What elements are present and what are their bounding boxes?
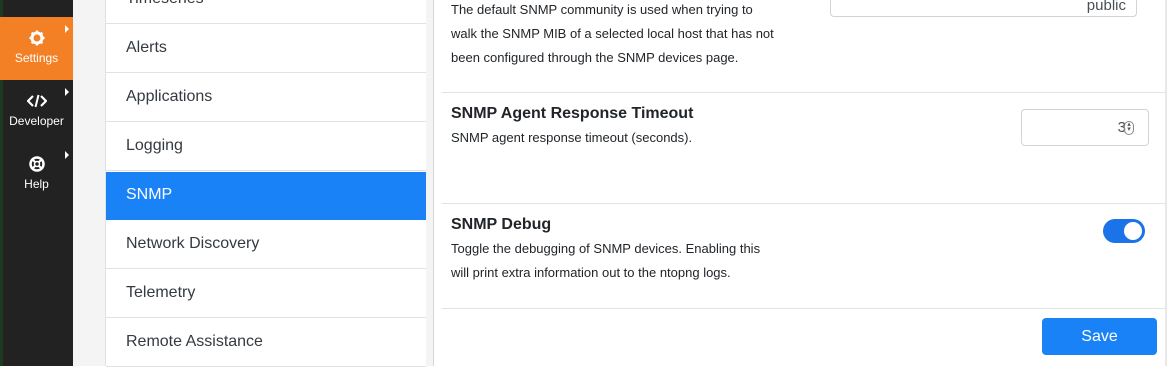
submenu-item-timeseries[interactable]: Timeseries [106, 0, 426, 24]
setting-snmp-timeout: SNMP Agent Response Timeout SNMP agent r… [442, 93, 1167, 204]
submenu-item-label: Remote Assistance [126, 333, 263, 350]
setting-title: SNMP Debug [451, 216, 552, 233]
submenu-item-label: Alerts [126, 39, 167, 56]
nav-label: Settings [14, 51, 59, 65]
toggle-knob [1124, 222, 1142, 240]
debug-toggle[interactable] [1103, 219, 1145, 243]
nav-item-developer[interactable]: Developer [0, 80, 73, 143]
submenu-item-label: Timeseries [126, 0, 204, 8]
caret-right-icon [65, 88, 69, 96]
setting-snmp-community: The default SNMP community is used when … [442, 0, 1167, 93]
submenu-item-telemetry[interactable]: Telemetry [106, 270, 426, 318]
submenu-item-remote-assistance[interactable]: Remote Assistance [106, 319, 426, 367]
submenu-item-label: Telemetry [126, 284, 196, 301]
submenu-item-label: SNMP [126, 186, 173, 203]
submenu-item-network-discovery[interactable]: Network Discovery [106, 221, 426, 269]
code-icon [0, 92, 73, 110]
nav-label: Developer [9, 114, 64, 128]
gear-icon [0, 29, 73, 47]
community-input[interactable]: public [830, 0, 1137, 17]
submenu-item-alerts[interactable]: Alerts [106, 25, 426, 73]
submenu-item-label: Network Discovery [126, 235, 260, 252]
left-nav: Settings Developer Help [0, 0, 73, 366]
submenu-item-applications[interactable]: Applications [106, 74, 426, 122]
setting-title: SNMP Agent Response Timeout [451, 105, 694, 122]
nav-label: Help [24, 177, 49, 191]
caret-right-icon [65, 25, 69, 33]
caret-right-icon [65, 151, 69, 159]
nav-item-help[interactable]: Help [0, 143, 73, 206]
settings-content: The default SNMP community is used when … [433, 0, 1167, 366]
submenu-item-snmp[interactable]: SNMP [106, 172, 426, 220]
setting-description: SNMP agent response timeout (seconds). [451, 130, 693, 145]
setting-description: The default SNMP community is used when … [451, 2, 774, 65]
settings-submenu: Timeseries Alerts Applications Logging S… [105, 0, 426, 367]
submenu-item-label: Logging [126, 137, 183, 154]
stepper-icon[interactable]: ▴ ▾ [1124, 121, 1134, 135]
nav-item-settings[interactable]: Settings [0, 17, 73, 80]
save-button[interactable]: Save [1042, 318, 1157, 355]
submenu-item-label: Applications [126, 88, 213, 105]
lifebuoy-icon [0, 155, 73, 173]
setting-description: Toggle the debugging of SNMP devices. En… [451, 241, 761, 280]
submenu-item-logging[interactable]: Logging [106, 123, 426, 171]
setting-snmp-debug: SNMP Debug Toggle the debugging of SNMP … [442, 204, 1167, 309]
